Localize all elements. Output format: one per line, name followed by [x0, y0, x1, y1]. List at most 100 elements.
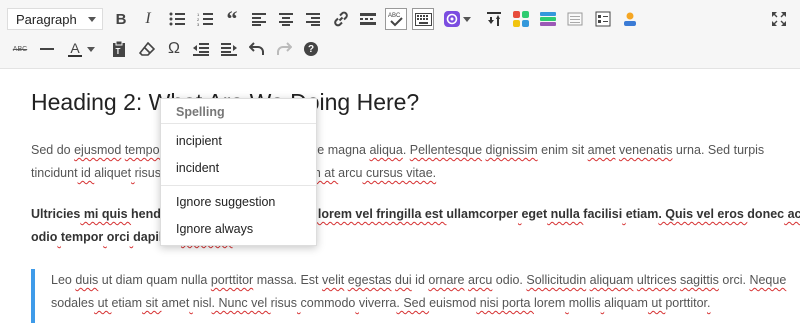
misspelled-word[interactable]: Sollicitudin	[526, 273, 586, 287]
align-left-icon	[252, 12, 266, 26]
text-run: odio	[31, 230, 58, 244]
text-run: orci.	[718, 273, 750, 287]
misspelled-word[interactable]: nisi porta	[476, 296, 534, 310]
read-more-icon	[360, 13, 376, 25]
text-run: eget	[521, 207, 548, 221]
paragraph-2-bold[interactable]: Ultricies mi quis hendrerit dolor magna …	[31, 203, 800, 249]
misspelled-word[interactable]: ac	[784, 207, 800, 221]
misspelled-word[interactable]: tempor	[125, 143, 164, 157]
layers-button[interactable]	[535, 6, 561, 32]
misspelled-word[interactable]: ornare	[428, 273, 464, 287]
bold-button[interactable]: B	[108, 6, 134, 32]
document-icon	[567, 12, 583, 26]
misspelled-word[interactable]: aliqua	[369, 143, 402, 157]
text-run: Leo	[51, 273, 76, 287]
bold-icon: B	[115, 10, 127, 28]
misspelled-word[interactable]: porttitor	[211, 273, 253, 287]
misspelled-word[interactable]: velit	[322, 273, 344, 287]
user-button[interactable]	[617, 6, 643, 32]
misspelled-word[interactable]: amet	[588, 143, 616, 157]
text-run: urna. Sed turpis	[672, 143, 765, 157]
misspelled-word[interactable]: Neque	[749, 273, 786, 287]
paste-text-button[interactable]: T	[106, 36, 132, 62]
misspelled-word[interactable]: .	[707, 296, 710, 310]
misspelled-word[interactable]: . Quis vel eros	[658, 207, 747, 221]
form-button[interactable]	[590, 6, 616, 32]
misspelled-word[interactable]: sit	[142, 296, 161, 310]
misspelled-word[interactable]: sagittis	[680, 273, 719, 287]
align-left-button[interactable]	[246, 6, 272, 32]
paragraph-1[interactable]: Sed do ejusmod tempor incididunt ut labo…	[31, 139, 779, 185]
special-char-button[interactable]: Ω	[161, 36, 187, 62]
misspelled-word[interactable]: dignissim	[486, 143, 538, 157]
chevron-down-icon	[88, 17, 96, 22]
redo-button[interactable]	[271, 36, 297, 62]
misspelled-word[interactable]: duis	[75, 273, 98, 287]
spelling-context-menu: Spelling incipient incident Ignore sugge…	[160, 98, 317, 246]
misspelled-word[interactable]: . Sed	[396, 296, 429, 310]
suggestion-incident[interactable]: incident	[176, 161, 219, 175]
spellcheck-icon: ABC	[388, 13, 403, 27]
align-right-icon	[306, 12, 320, 26]
misspelled-word[interactable]: ejusmod	[74, 143, 121, 157]
strikethrough-button[interactable]: ABC	[7, 36, 33, 62]
misspelled-word[interactable]: egestas	[348, 273, 392, 287]
ignore-suggestion-item[interactable]: Ignore suggestion	[176, 195, 275, 209]
misspelled-word[interactable]: arcu	[468, 273, 492, 287]
chevron-down-icon	[87, 46, 95, 52]
text-run: id	[411, 273, 429, 287]
outdent-button[interactable]	[188, 36, 214, 62]
menu-divider	[161, 123, 316, 124]
link-button[interactable]	[328, 6, 354, 32]
bullet-list-button[interactable]	[164, 6, 190, 32]
suggestion-incipient[interactable]: incipient	[176, 134, 222, 148]
misspelled-word[interactable]: ultrices	[637, 273, 677, 287]
horizontal-line-button[interactable]	[34, 36, 60, 62]
fullscreen-button[interactable]	[766, 6, 792, 32]
misspelled-word[interactable]: dui	[395, 273, 412, 287]
read-more-button[interactable]	[355, 6, 381, 32]
indent-button[interactable]	[216, 36, 242, 62]
align-center-button[interactable]	[273, 6, 299, 32]
format-select[interactable]: Paragraph	[7, 8, 103, 30]
misspelled-word[interactable]: . Nunc vel	[212, 296, 271, 310]
user-icon	[624, 12, 636, 26]
misspelled-word[interactable]: cursus vitae.	[363, 166, 436, 180]
blockquote[interactable]: Leo duis ut diam quam nulla porttitor ma…	[51, 269, 786, 315]
document-button[interactable]	[562, 6, 588, 32]
upload-button[interactable]	[481, 6, 507, 32]
keyboard-button[interactable]	[412, 8, 434, 30]
blockquote-button[interactable]: “	[219, 6, 245, 32]
text-run: donec	[747, 207, 785, 221]
misspelled-word[interactable]: nulla	[547, 207, 583, 221]
text-run: lorem	[533, 296, 566, 310]
misspelled-word[interactable]: Pellentesque	[410, 143, 482, 157]
misspelled-word[interactable]: aliquam	[590, 273, 634, 287]
undo-button[interactable]	[244, 36, 270, 62]
editor-content[interactable]: Heading 2: What Are We Doing Here? Sed d…	[0, 69, 800, 329]
text-run: orci	[106, 230, 130, 244]
text-run: nisl	[192, 296, 212, 310]
misspelled-word[interactable]: ut	[94, 296, 111, 310]
italic-icon: I	[145, 10, 151, 27]
clear-format-button[interactable]	[134, 36, 160, 62]
dropdown-caret-icon	[463, 16, 471, 22]
text-run: porttitor	[665, 296, 708, 310]
align-right-button[interactable]	[300, 6, 326, 32]
misspelled-word[interactable]: id	[78, 166, 95, 180]
ignore-always-item[interactable]: Ignore always	[176, 222, 253, 236]
numbered-list-button[interactable]: 123	[192, 6, 218, 32]
upload-icon	[487, 12, 501, 26]
editor-toolbar: Paragraph B I 123 “ ABC ABC A T Ω ?	[0, 0, 800, 69]
blockquote-line-1: Leo duis ut diam quam nulla porttitor ma…	[51, 269, 786, 292]
text-color-dropdown[interactable]	[84, 36, 98, 62]
spellcheck-button[interactable]: ABC	[385, 8, 407, 30]
misspelled-word[interactable]: mi quis	[80, 207, 131, 221]
link-icon	[334, 11, 348, 27]
color-grid-button[interactable]	[508, 6, 534, 32]
misspelled-word[interactable]: ut	[648, 296, 665, 310]
italic-button[interactable]: I	[135, 6, 161, 32]
help-button[interactable]: ?	[298, 36, 324, 62]
plugin-dropdown-button[interactable]	[460, 6, 474, 32]
misspelled-word[interactable]: venenatis	[619, 143, 673, 157]
